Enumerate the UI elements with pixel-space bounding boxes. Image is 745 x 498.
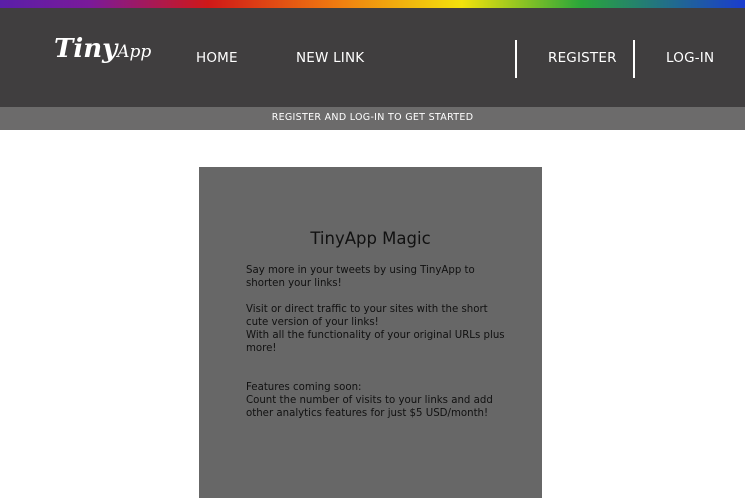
logo[interactable]: TinyApp [54, 34, 151, 64]
nav-login-link[interactable]: LOG-IN [666, 50, 714, 66]
logo-text-small: App [117, 42, 152, 62]
card-title: TinyApp Magic [310, 229, 431, 248]
info-bar-text: REGISTER AND LOG-IN TO GET STARTED [271, 112, 474, 123]
logo-text-big: Tiny [54, 34, 118, 64]
navbar: TinyApp HOME NEW LINK REGISTER LOG-IN [0, 8, 745, 107]
nav-divider [633, 40, 635, 78]
card-paragraph-heading: Features coming soon: [246, 382, 362, 393]
rainbow-stripe [0, 0, 745, 8]
card-body: Say more in your tweets by using TinyApp… [246, 264, 506, 420]
nav-new-link[interactable]: NEW LINK [296, 50, 364, 66]
nav-home-link[interactable]: HOME [196, 50, 238, 66]
card-paragraph: With all the functionality of your origi… [246, 330, 505, 354]
card-paragraph: Visit or direct traffic to your sites wi… [246, 304, 488, 328]
nav-divider [515, 40, 517, 78]
intro-card: TinyApp Magic Say more in your tweets by… [199, 167, 542, 498]
nav-register-link[interactable]: REGISTER [548, 50, 617, 66]
card-paragraph: Count the number of visits to your links… [246, 395, 493, 419]
info-bar: REGISTER AND LOG-IN TO GET STARTED [0, 107, 745, 130]
card-paragraph: Say more in your tweets by using TinyApp… [246, 265, 475, 289]
